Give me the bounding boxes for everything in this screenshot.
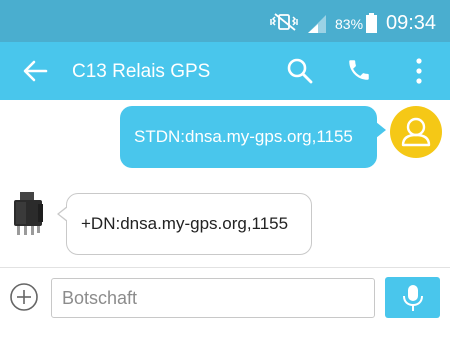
bubble-tail bbox=[376, 122, 386, 138]
message-composer bbox=[0, 267, 450, 337]
phone-icon[interactable] bbox=[346, 57, 372, 83]
outgoing-message-bubble[interactable]: STDN:dnsa.my-gps.org,1155 bbox=[120, 106, 386, 168]
clock: 09:34 bbox=[386, 12, 437, 34]
incoming-message-bubble[interactable]: +DN:dnsa.my-gps.org,1155 bbox=[57, 193, 312, 255]
more-vert-icon[interactable] bbox=[410, 57, 428, 85]
user-avatar-icon[interactable] bbox=[390, 106, 442, 158]
message-list[interactable]: STDN:dnsa.my-gps.org,1155 +DN:dnsa.my-gp… bbox=[0, 100, 450, 267]
search-icon[interactable] bbox=[286, 57, 314, 85]
app-bar: C13 Relais GPS bbox=[0, 42, 450, 100]
signal-icon bbox=[308, 15, 326, 33]
incoming-message-text: +DN:dnsa.my-gps.org,1155 bbox=[81, 214, 289, 233]
message-input[interactable] bbox=[51, 278, 375, 318]
vibrate-icon bbox=[270, 13, 298, 31]
relay-device-icon[interactable] bbox=[6, 190, 50, 242]
conversation-title: C13 Relais GPS bbox=[72, 61, 211, 82]
outgoing-message-text: STDN:dnsa.my-gps.org,1155 bbox=[134, 127, 353, 146]
battery-icon bbox=[366, 13, 377, 33]
battery-percent: 83% bbox=[335, 16, 364, 32]
voice-input-button[interactable] bbox=[385, 277, 440, 318]
microphone-icon bbox=[403, 285, 423, 311]
status-bar: 83% 09:34 bbox=[0, 0, 450, 42]
back-arrow-icon[interactable] bbox=[22, 59, 48, 83]
add-attachment-icon[interactable] bbox=[9, 282, 39, 312]
bubble-tail bbox=[59, 207, 68, 221]
